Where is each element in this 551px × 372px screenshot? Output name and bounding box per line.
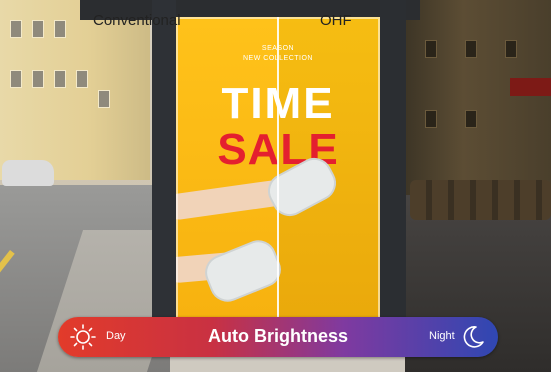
night-label: Night xyxy=(429,330,455,342)
moon-icon xyxy=(460,324,486,350)
night-building xyxy=(405,0,551,200)
parked-car xyxy=(2,160,54,186)
shelter-post-right xyxy=(380,0,406,340)
ohf-label: OHF xyxy=(320,12,352,29)
auto-brightness-bar: Day Auto Brightness Night xyxy=(58,317,498,357)
night-planters xyxy=(410,180,551,220)
shelter-post-left xyxy=(152,0,176,340)
conventional-label: Conventional xyxy=(93,12,181,29)
poster-display: SEASON NEW COLLECTION TIME SALE xyxy=(176,17,380,319)
red-sign xyxy=(510,78,551,96)
poster-frame xyxy=(176,17,380,319)
auto-brightness-comparison-image: SEASON NEW COLLECTION TIME SALE Conventi… xyxy=(0,0,551,372)
